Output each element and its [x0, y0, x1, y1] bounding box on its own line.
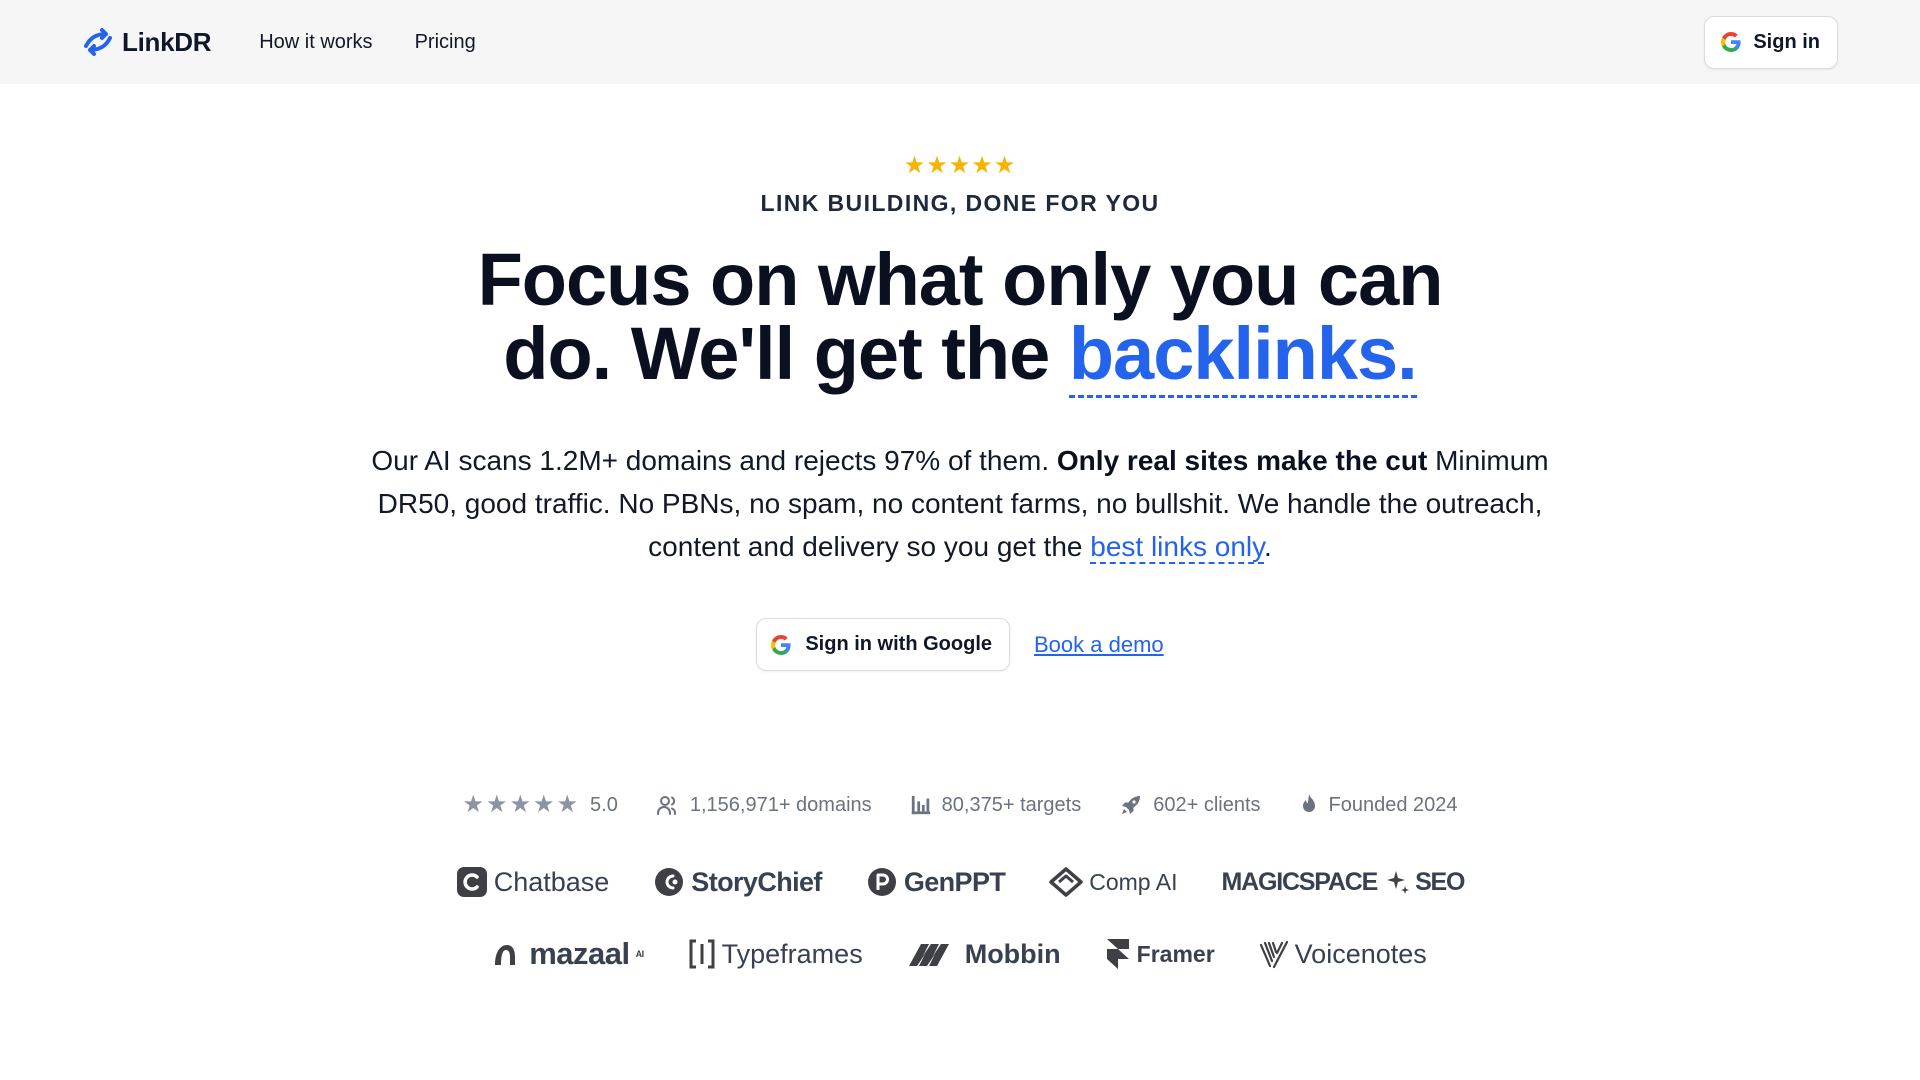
customer-logos-row-1: Chatbase StoryChief GenPPT Comp AI MAGIC…	[0, 866, 1920, 898]
linkdr-logo-icon	[84, 28, 112, 56]
google-icon	[771, 634, 791, 655]
customer-logos-row-2: mazaal AI Typeframes Mobbin Framer Voice…	[0, 936, 1920, 972]
seo-name: SEO	[1415, 867, 1465, 896]
logo-mazaal: mazaal AI	[493, 936, 645, 972]
sign-in-with-google-button[interactable]: Sign in with Google	[756, 618, 1010, 671]
logo-storychief: StoryChief	[653, 866, 822, 898]
voicenotes-name: Voicenotes	[1294, 938, 1427, 969]
nav-how-it-works[interactable]: How it works	[259, 31, 372, 54]
storychief-name: StoryChief	[691, 866, 822, 897]
main-nav: How it works Pricing	[259, 31, 476, 54]
hero: ★★★★★ LINK BUILDING, DONE FOR YOU Focus …	[0, 84, 1920, 671]
logo-voicenotes: Voicenotes	[1259, 939, 1427, 970]
logo-typeframes: Typeframes	[688, 938, 863, 970]
sparkle-icon	[1387, 871, 1410, 894]
genppt-icon	[867, 868, 896, 896]
stats-bar: ★★★★★ 5.0 1,156,971+ domains 80,375+ tar…	[0, 793, 1920, 817]
founded-year: Founded 2024	[1328, 793, 1458, 816]
headline-backlinks-link[interactable]: backlinks.	[1068, 312, 1418, 398]
nav-pricing[interactable]: Pricing	[415, 31, 476, 54]
mazaal-name: mazaal	[529, 936, 630, 971]
logo-text: LinkDR	[122, 26, 212, 57]
logo-comp-ai: Comp AI	[1049, 867, 1177, 897]
stat-rating: ★★★★★ 5.0	[462, 793, 617, 817]
chatbase-name: Chatbase	[493, 866, 610, 897]
sign-in-label: Sign in	[1753, 30, 1820, 53]
clients-count: 602+ clients	[1153, 793, 1261, 816]
book-demo-link[interactable]: Book a demo	[1034, 632, 1164, 658]
google-button-label: Sign in with Google	[805, 633, 992, 655]
framer-icon	[1106, 939, 1129, 969]
logo-mobbin: Mobbin	[907, 939, 1061, 970]
rating-stars: ★★★★★	[903, 152, 1017, 179]
hero-headline: Focus on what only you can do. We'll get…	[410, 243, 1510, 398]
rating-value: 5.0	[590, 793, 618, 816]
stat-targets: 80,375+ targets	[910, 793, 1082, 817]
bar-chart-icon	[911, 795, 930, 815]
targets-count: 80,375+ targets	[941, 793, 1082, 816]
magicspace-name: MAGICSPACE	[1221, 867, 1378, 896]
cta-row: Sign in with Google Book a demo	[0, 618, 1920, 671]
headline-line1: Focus on what only you can	[477, 238, 1444, 321]
rocket-icon	[1122, 796, 1141, 814]
chatbase-icon	[456, 867, 487, 897]
users-icon	[656, 796, 676, 815]
mobbin-icon	[908, 944, 949, 966]
storychief-icon	[655, 868, 684, 896]
logo-genppt: GenPPT	[866, 866, 1006, 898]
mobbin-name: Mobbin	[964, 938, 1061, 969]
stat-domains: 1,156,971+ domains	[656, 793, 872, 817]
domains-count: 1,156,971+ domains	[689, 793, 872, 816]
typeframes-icon	[689, 939, 715, 969]
sign-in-button[interactable]: Sign in	[1704, 15, 1838, 69]
stat-clients: 602+ clients	[1119, 793, 1261, 817]
google-icon	[1721, 32, 1741, 53]
description-part1: Our AI scans 1.2M+ domains and rejects 9…	[371, 445, 1057, 476]
top-nav: LinkDR How it works Pricing Sign in	[0, 0, 1920, 84]
typeframes-name: Typeframes	[721, 938, 863, 969]
mazaal-icon	[495, 945, 516, 965]
description-end: .	[1264, 531, 1272, 562]
stat-founded: Founded 2024	[1299, 793, 1458, 817]
hero-eyebrow: LINK BUILDING, DONE FOR YOU	[760, 190, 1160, 216]
flame-icon	[1302, 794, 1315, 812]
header-actions: Sign in	[1704, 15, 1838, 69]
framer-name: Framer	[1136, 940, 1215, 967]
best-links-link[interactable]: best links only	[1090, 531, 1265, 564]
logo-framer: Framer	[1105, 937, 1215, 971]
comp-ai-name: Comp AI	[1089, 868, 1178, 895]
logo-chatbase: Chatbase	[456, 866, 610, 898]
mazaal-ai-badge: AI	[635, 949, 645, 959]
hero-description: Our AI scans 1.2M+ domains and rejects 9…	[360, 439, 1560, 568]
headline-line2: do. We'll get the	[503, 312, 1069, 395]
description-bold: Only real sites make the cut	[1056, 445, 1428, 476]
logo-magicspace-seo: MAGICSPACE SEO	[1221, 867, 1465, 897]
comp-ai-icon	[1049, 867, 1083, 897]
genppt-name: GenPPT	[903, 866, 1006, 897]
logo[interactable]: LinkDR	[82, 26, 212, 58]
voicenotes-icon	[1259, 940, 1288, 969]
star-icon: ★★★★★	[462, 791, 581, 818]
